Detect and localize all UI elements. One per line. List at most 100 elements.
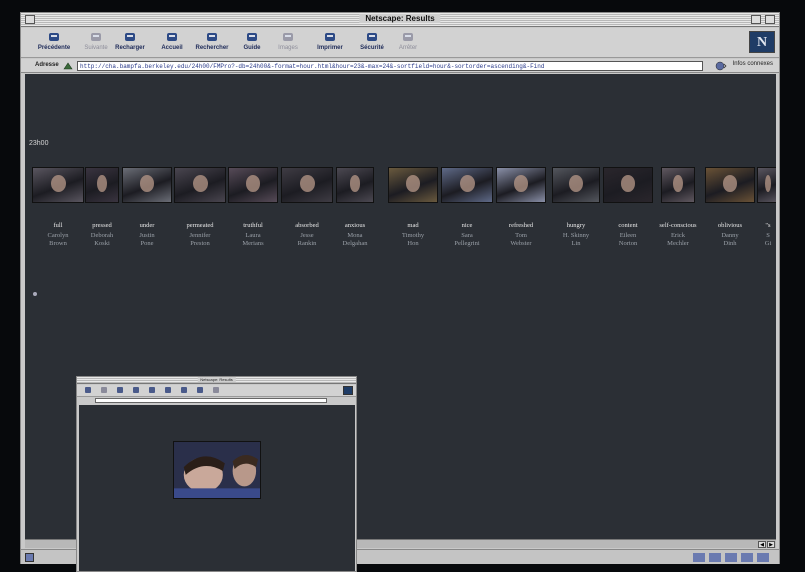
popup-guide-icon[interactable] <box>165 387 171 393</box>
participant-name: Mona Delgahan <box>330 232 380 248</box>
portrait-thumbnail[interactable] <box>281 167 333 203</box>
popup-back-icon[interactable] <box>85 387 91 393</box>
participant-first-name: Laura <box>245 232 261 239</box>
popup-search-icon[interactable] <box>149 387 155 393</box>
portrait-thumbnail[interactable] <box>552 167 600 203</box>
portrait-thumbnail[interactable] <box>122 167 172 203</box>
emotion-word-link[interactable]: nice <box>442 222 492 229</box>
participant-name: Jesse Rankin <box>282 232 332 248</box>
emotion-word-link[interactable]: under <box>122 222 172 229</box>
page-proxy-icon[interactable] <box>63 61 73 71</box>
participant-first-name: Justin <box>139 232 155 239</box>
emotion-word-link[interactable]: content <box>603 222 653 229</box>
popup-home-icon[interactable] <box>133 387 139 393</box>
forward-arrow-icon <box>91 33 101 41</box>
images-icon <box>283 33 293 41</box>
related-info-icon[interactable] <box>715 61 727 71</box>
url-field[interactable]: http://cha.bampfa.berkeley.edu/24h00/FMP… <box>77 61 703 71</box>
portrait-thumbnail[interactable] <box>32 167 84 203</box>
portrait-face-shape <box>722 174 738 192</box>
security-status-icon[interactable] <box>25 553 34 562</box>
related-info-label[interactable]: Infos connexes <box>733 61 773 67</box>
popup-reload-icon[interactable] <box>117 387 123 393</box>
portrait-face-shape <box>459 174 475 192</box>
popup-forward-icon[interactable] <box>101 387 107 393</box>
portrait-thumbnail[interactable] <box>757 167 776 203</box>
location-label: Adresse <box>35 62 59 68</box>
portrait-face-shape <box>765 174 771 192</box>
emotion-word-link[interactable]: full <box>33 222 83 229</box>
netscape-logo-icon[interactable]: N <box>749 31 775 53</box>
toolbar-button-10[interactable]: Arrêter <box>387 31 429 51</box>
participant-last-name: Rankin <box>297 240 317 247</box>
participant-last-name: Mechler <box>667 240 689 247</box>
portrait-thumbnail[interactable] <box>174 167 226 203</box>
portrait-thumbnail[interactable] <box>336 167 374 203</box>
emotion-word-link[interactable]: mad <box>388 222 438 229</box>
portrait-thumbnail[interactable] <box>496 167 546 203</box>
scroll-left-arrow-icon[interactable]: ◀ <box>758 541 766 548</box>
portrait-thumbnail[interactable] <box>661 167 695 203</box>
toolbar-button-3[interactable]: Recharger <box>109 31 151 51</box>
portrait-face-shape <box>405 174 421 192</box>
portrait-thumbnail[interactable] <box>228 167 278 203</box>
participant-name: Tom Webster <box>496 232 546 248</box>
emotion-word-link[interactable]: pressed <box>77 222 127 229</box>
popup-browser-window[interactable]: Netscape: Results <box>76 376 357 572</box>
back-arrow-icon <box>49 33 59 41</box>
portrait-thumbnail[interactable] <box>603 167 653 203</box>
lock-icon <box>367 33 377 41</box>
zoom-box-icon[interactable] <box>751 15 761 24</box>
popup-print-icon[interactable] <box>181 387 187 393</box>
participant-last-name: Lin <box>571 240 581 247</box>
popup-netscape-logo[interactable] <box>343 386 353 395</box>
portrait-thumbnail[interactable] <box>705 167 755 203</box>
title-bar[interactable]: Netscape: Results <box>21 13 779 27</box>
participant-last-name: Webster <box>510 240 532 247</box>
emotion-word-link[interactable]: absorbed <box>282 222 332 229</box>
toolbar-button-1[interactable]: Précédente <box>33 31 75 51</box>
portrait-face-shape <box>513 174 529 192</box>
toolbar-button-8[interactable]: Imprimer <box>309 31 351 51</box>
popup-url-field[interactable] <box>95 398 327 403</box>
emotion-word-link[interactable]: truthful <box>228 222 278 229</box>
emotion-word-link[interactable]: self-conscious <box>653 222 703 229</box>
participant-first-name: H. Skinny <box>562 232 590 239</box>
close-box-icon[interactable] <box>25 15 35 24</box>
reload-icon <box>125 33 135 41</box>
popup-stop-icon[interactable] <box>213 387 219 393</box>
popup-page-content <box>79 405 355 571</box>
toolbar-button-7[interactable]: Images <box>267 31 309 51</box>
emotion-word-link[interactable]: refreshed <box>496 222 546 229</box>
participant-first-name: Eileen <box>619 232 637 239</box>
participant-last-name: Merians <box>242 240 264 247</box>
popup-security-icon[interactable] <box>197 387 203 393</box>
portrait-face-shape <box>569 174 583 192</box>
participant-name: Justin Pone <box>122 232 172 248</box>
participant-first-name: Erick <box>670 232 686 239</box>
toolbar-button-5[interactable]: Rechercher <box>191 31 233 51</box>
home-icon <box>167 33 177 41</box>
search-icon <box>207 33 217 41</box>
emotion-word-link[interactable]: anxious <box>330 222 380 229</box>
toolbar-button-4[interactable]: Accueil <box>151 31 193 51</box>
participant-first-name: Carolyn <box>47 232 69 239</box>
portrait-face-shape <box>245 174 261 192</box>
emotion-word-link[interactable]: permeated <box>175 222 225 229</box>
component-bar-icons[interactable] <box>693 553 769 562</box>
portrait-face-shape <box>192 174 208 192</box>
scroll-right-arrow-icon[interactable]: ▶ <box>767 541 775 548</box>
portrait-thumbnail[interactable] <box>441 167 493 203</box>
portrait-face-shape <box>620 174 636 192</box>
toolbar-button-label: Arrêter <box>398 45 418 51</box>
emotion-word-link[interactable]: "s <box>743 222 776 229</box>
location-bar: Adresse http://cha.bampfa.berkeley.edu/2… <box>21 59 779 73</box>
participant-first-name: Sara <box>461 232 473 239</box>
toolbar-button-label: Imprimer <box>317 45 343 51</box>
participant-name: Timothy Hon <box>388 232 438 248</box>
emotion-word-link[interactable]: hungry <box>551 222 601 229</box>
popup-enlarged-photo[interactable] <box>173 441 261 499</box>
collapse-box-icon[interactable] <box>765 15 775 24</box>
portrait-thumbnail[interactable] <box>85 167 119 203</box>
portrait-thumbnail[interactable] <box>388 167 438 203</box>
